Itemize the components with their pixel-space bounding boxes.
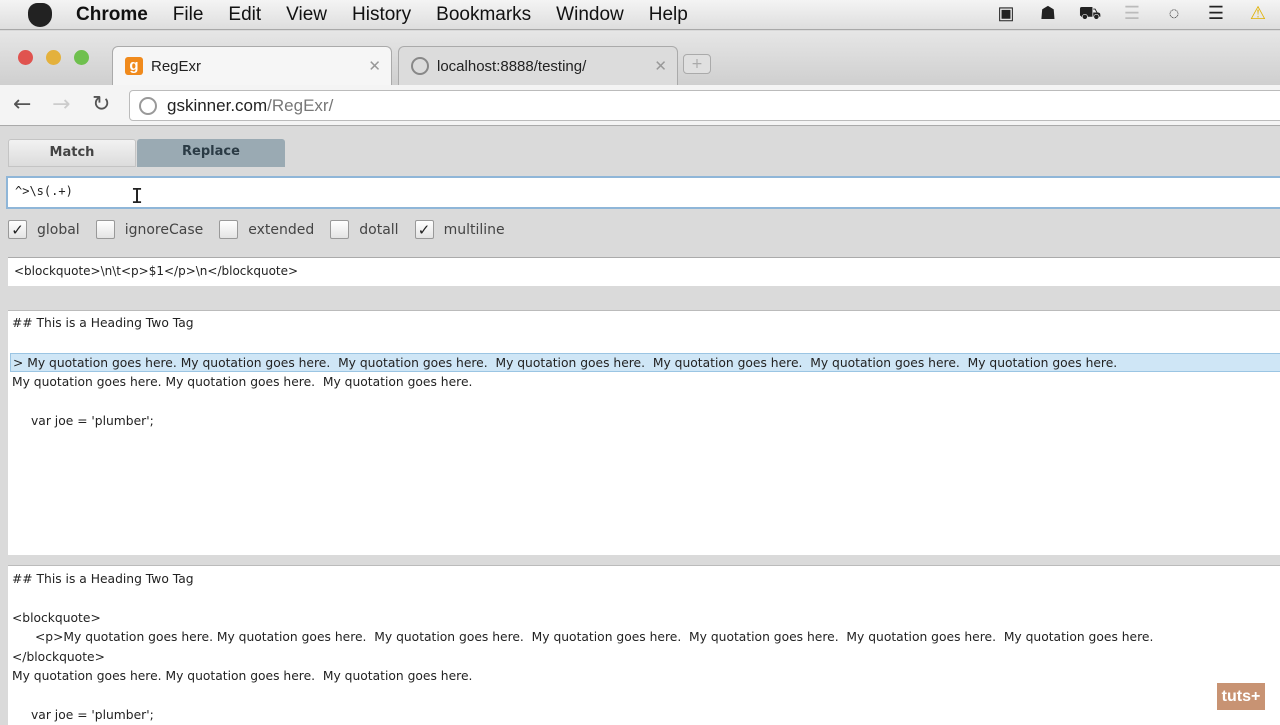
- warning-icon[interactable]: ⚠: [1246, 3, 1270, 23]
- text-cursor-icon: I: [131, 184, 144, 208]
- regex-input[interactable]: ^>\s(.+) I: [6, 176, 1280, 209]
- spinner-icon[interactable]: ◌: [1162, 3, 1186, 23]
- menu-history[interactable]: History: [352, 4, 411, 26]
- close-window-button[interactable]: [18, 50, 33, 65]
- address-bar[interactable]: gskinner.com/RegExr/: [129, 90, 1280, 121]
- flag-label: dotall: [359, 221, 399, 238]
- mac-menubar: Chrome File Edit View History Bookmarks …: [0, 0, 1280, 30]
- result-line: My quotation goes here. My quotation goe…: [12, 669, 473, 683]
- replacement-value: <blockquote>\n\t<p>$1</p>\n</blockquote>: [14, 264, 299, 278]
- globe-icon: [139, 96, 157, 115]
- source-line: ## This is a Heading Two Tag: [12, 316, 194, 330]
- result-line: </blockquote>: [12, 650, 105, 664]
- flag-label: global: [37, 221, 80, 238]
- flag-label: ignoreCase: [124, 221, 204, 238]
- flag-dotall[interactable]: dotall: [330, 220, 399, 239]
- tab-localhost[interactable]: localhost:8888/testing/ ✕: [398, 46, 678, 85]
- reload-icon[interactable]: ↻: [92, 92, 110, 117]
- menu-chrome[interactable]: Chrome: [76, 4, 148, 26]
- globe-icon: [411, 57, 429, 75]
- list-icon[interactable]: ☰: [1204, 3, 1228, 23]
- source-line: var joe = 'plumber';: [31, 414, 154, 428]
- flag-label: multiline: [443, 221, 505, 238]
- close-tab-icon[interactable]: ✕: [368, 57, 381, 75]
- tab-strip: g RegExr ✕ localhost:8888/testing/ ✕ +: [0, 31, 1280, 85]
- tuts-watermark-logo: tuts+: [1217, 683, 1265, 710]
- new-tab-button[interactable]: +: [683, 54, 711, 74]
- result-line: <blockquote>: [12, 611, 101, 625]
- menu-file[interactable]: File: [173, 4, 204, 26]
- url-host: gskinner.com: [167, 95, 268, 115]
- menu-bookmarks[interactable]: Bookmarks: [436, 4, 531, 26]
- browser-toolbar: ← → ↻ gskinner.com/RegExr/: [0, 85, 1280, 126]
- flag-global[interactable]: ✓ global: [8, 220, 80, 239]
- flag-ignorecase[interactable]: ignoreCase: [95, 220, 204, 239]
- menu-window[interactable]: Window: [556, 4, 624, 26]
- video-camera-icon[interactable]: ▣: [994, 3, 1018, 23]
- result-text-area[interactable]: ## This is a Heading Two Tag <blockquote…: [8, 565, 1280, 725]
- back-arrow-icon[interactable]: ←: [13, 92, 31, 117]
- checkbox-extended[interactable]: [219, 220, 239, 239]
- flag-extended[interactable]: extended: [219, 220, 314, 239]
- flag-label: extended: [248, 221, 315, 238]
- tab-replace[interactable]: Replace: [137, 139, 285, 167]
- tab-regexr[interactable]: g RegExr ✕: [112, 46, 392, 85]
- source-text-area[interactable]: ## This is a Heading Two Tag > My quotat…: [8, 310, 1280, 555]
- bars-icon[interactable]: ☰: [1120, 3, 1144, 23]
- zoom-window-button[interactable]: [74, 50, 89, 65]
- flags-row: ✓ global ignoreCase extended dotall ✓ mult…: [8, 220, 521, 239]
- apple-icon[interactable]: [28, 2, 52, 27]
- menu-edit[interactable]: Edit: [228, 4, 261, 26]
- result-line: ## This is a Heading Two Tag: [12, 572, 194, 586]
- regexr-favicon-icon: g: [125, 57, 143, 75]
- truck-icon[interactable]: ⛟: [1078, 3, 1102, 23]
- hat-icon[interactable]: ☗: [1036, 3, 1060, 23]
- regexr-app: Match Replace ^>\s(.+) I ✓ global ignoreCa…: [0, 127, 1280, 725]
- replacement-input[interactable]: <blockquote>\n\t<p>$1</p>\n</blockquote>: [8, 257, 1280, 286]
- regex-value: ^>\s(.+): [15, 184, 73, 198]
- checkbox-dotall[interactable]: [330, 220, 350, 239]
- source-line: My quotation goes here. My quotation goe…: [12, 375, 473, 389]
- forward-arrow-icon[interactable]: →: [52, 92, 70, 117]
- checkbox-multiline[interactable]: ✓: [414, 220, 434, 239]
- checkbox-ignorecase[interactable]: [95, 220, 115, 239]
- minimize-window-button[interactable]: [46, 50, 61, 65]
- status-tray: ▣ ☗ ⛟ ☰ ◌ ☰ ⚠: [994, 3, 1270, 23]
- checkbox-global[interactable]: ✓: [8, 220, 27, 239]
- tab-match[interactable]: Match: [8, 139, 136, 167]
- menu-view[interactable]: View: [286, 4, 327, 26]
- tab-title: localhost:8888/testing/: [437, 57, 587, 75]
- url-path: /RegExr/: [267, 95, 334, 115]
- tab-title: RegExr: [151, 57, 202, 75]
- result-line: <p>My quotation goes here. My quotation …: [35, 630, 1154, 644]
- close-tab-icon[interactable]: ✕: [654, 57, 667, 75]
- flag-multiline[interactable]: ✓ multiline: [414, 220, 505, 239]
- result-line: var joe = 'plumber';: [31, 708, 154, 722]
- match-highlight-line: > My quotation goes here. My quotation g…: [10, 353, 1280, 372]
- menu-help[interactable]: Help: [649, 4, 688, 26]
